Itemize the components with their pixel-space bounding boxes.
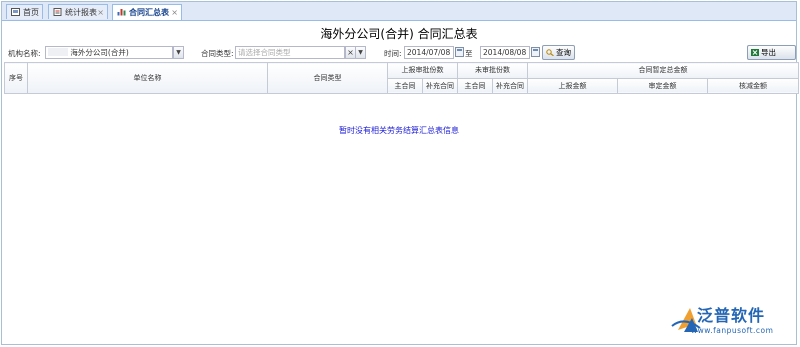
org-label: 机构名称: bbox=[8, 49, 41, 58]
to-label: 至 bbox=[465, 49, 473, 58]
col-supplement-contract: 补充合同 bbox=[422, 77, 458, 94]
empty-message: 暂时没有相关劳务结算汇总表信息 bbox=[339, 126, 459, 135]
col-reduced-amount: 核减金额 bbox=[706, 77, 800, 94]
calendar-icon[interactable] bbox=[531, 47, 540, 57]
calendar-icon[interactable] bbox=[455, 47, 464, 57]
org-select[interactable]: 海外分公司(合并) bbox=[45, 46, 173, 59]
time-label: 时间: bbox=[384, 49, 402, 58]
col-contract-type: 合同类型 bbox=[267, 62, 388, 94]
page-title: 海外分公司(合并) 合同汇总表 bbox=[320, 27, 478, 41]
query-button-label: 查询 bbox=[556, 48, 571, 57]
query-button[interactable]: 查询 bbox=[542, 45, 575, 60]
chevron-down-icon[interactable]: ▼ bbox=[355, 46, 366, 59]
contract-type-select[interactable]: 请选择合同类型 bbox=[235, 46, 345, 59]
excel-icon bbox=[751, 49, 759, 56]
search-icon bbox=[546, 49, 554, 56]
tab-contract-summary-label: 合同汇总表 bbox=[129, 8, 169, 17]
col-main-contract: 主合同 bbox=[387, 77, 423, 94]
chart-icon bbox=[117, 9, 126, 16]
close-icon[interactable]: × bbox=[97, 5, 104, 20]
logo-url: www.fanpusoft.com bbox=[691, 326, 774, 335]
group-unapproved-count: 未审批份数 bbox=[457, 62, 528, 79]
col-supplement-contract-unapproved: 补充合同 bbox=[492, 77, 528, 94]
contract-type-label: 合同类型: bbox=[201, 49, 234, 58]
logo-text: 泛普软件 bbox=[697, 306, 766, 325]
summary-table-header: 序号 单位名称 合同类型 上报审批份数 未审批份数 合同暂定总金额 主合同 补充… bbox=[4, 62, 800, 94]
tab-bar: 首页 统计报表 × 合同汇总表 × bbox=[2, 2, 796, 21]
app-frame: 首页 统计报表 × 合同汇总表 × 海外分公司(合并) 合同汇总表 机构名称: … bbox=[1, 1, 800, 345]
date-to-input[interactable]: 2014/08/08 bbox=[480, 46, 530, 59]
report-icon bbox=[53, 8, 62, 16]
col-unit-name: 单位名称 bbox=[27, 62, 268, 94]
date-from-input[interactable]: 2014/07/08 bbox=[404, 46, 454, 59]
col-approved-amount: 审定金额 bbox=[617, 77, 708, 94]
col-reported-amount: 上报金额 bbox=[527, 77, 618, 94]
tab-home-label: 首页 bbox=[23, 8, 39, 17]
close-icon[interactable]: × bbox=[171, 5, 178, 20]
col-index: 序号 bbox=[4, 62, 28, 94]
tab-contract-summary[interactable]: 合同汇总表 × bbox=[112, 4, 182, 20]
col-main-contract-unapproved: 主合同 bbox=[457, 77, 493, 94]
tab-statistics-reports-label: 统计报表 bbox=[65, 8, 97, 17]
group-reported-count: 上报审批份数 bbox=[387, 62, 458, 79]
tab-statistics-reports[interactable]: 统计报表 × bbox=[48, 4, 108, 19]
tab-home[interactable]: 首页 bbox=[6, 4, 43, 19]
org-select-value: 海外分公司(合并) bbox=[70, 48, 129, 57]
export-excel-button[interactable]: 导出Excel bbox=[747, 45, 796, 70]
home-icon bbox=[11, 8, 20, 16]
group-contract-amount: 合同暂定总金额 bbox=[526, 62, 800, 79]
chevron-down-icon[interactable]: ▼ bbox=[173, 46, 184, 59]
